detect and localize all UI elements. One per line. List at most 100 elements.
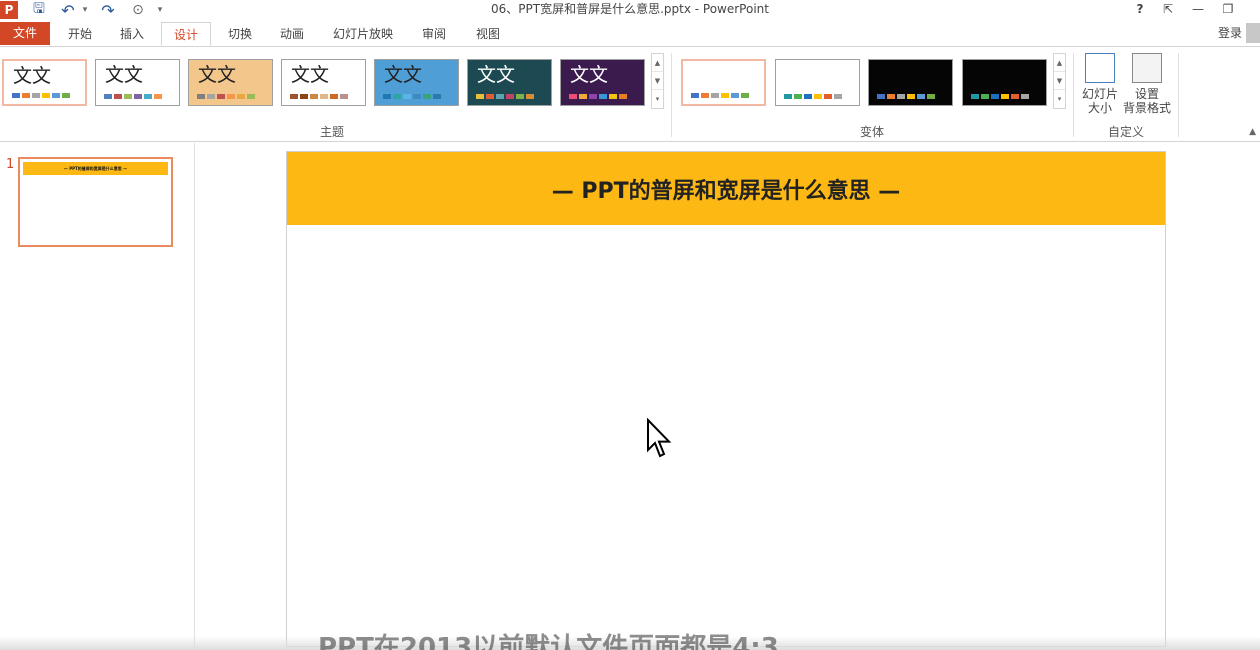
format-background-button[interactable]: 设置 背景格式 bbox=[1122, 53, 1172, 115]
theme-sample-text: 文文 bbox=[13, 65, 52, 87]
color-swatch bbox=[393, 94, 401, 99]
slide-title[interactable]: — PPT的普屏和宽屏是什么意思 — bbox=[552, 173, 901, 205]
color-swatch bbox=[877, 94, 885, 99]
theme-color-swatches bbox=[104, 94, 162, 99]
theme-color-swatches bbox=[12, 93, 70, 98]
mouse-pointer-icon bbox=[647, 418, 672, 458]
color-swatch bbox=[413, 94, 421, 99]
gallery-more-icon[interactable]: ▾ bbox=[1054, 90, 1065, 108]
tab-view[interactable]: 视图 bbox=[466, 22, 510, 46]
tab-file[interactable]: 文件 bbox=[0, 22, 50, 45]
color-swatch bbox=[907, 94, 915, 99]
color-swatch bbox=[52, 93, 60, 98]
user-avatar[interactable] bbox=[1246, 23, 1260, 43]
help-button[interactable]: ? bbox=[1126, 0, 1154, 18]
variant-option-4[interactable] bbox=[962, 59, 1047, 106]
color-swatch bbox=[154, 94, 162, 99]
design-ribbon: 文文 文文 文文 文文 文文 文文 文文 ▲ ▼ ▾ 主题 ▲ ▼ ▾ 变体 幻灯片 大小 … bbox=[0, 46, 1260, 142]
gallery-down-icon[interactable]: ▼ bbox=[652, 72, 663, 90]
slide-thumbnail-title: — PPT的普屏和宽屏是什么意思 — bbox=[23, 162, 168, 175]
gallery-down-icon[interactable]: ▼ bbox=[1054, 72, 1065, 90]
themes-group-label: 主题 bbox=[319, 125, 344, 139]
color-swatch bbox=[721, 93, 729, 98]
theme-option-2[interactable]: 文文 bbox=[95, 59, 180, 106]
slide-canvas[interactable]: — PPT的普屏和宽屏是什么意思 — bbox=[286, 151, 1166, 647]
tab-slide-show[interactable]: 幻灯片放映 bbox=[326, 22, 400, 46]
tab-review[interactable]: 审阅 bbox=[412, 22, 456, 46]
color-swatch bbox=[731, 93, 739, 98]
color-swatch bbox=[32, 93, 40, 98]
ribbon-tabs: 文件 开始 插入 设计 切换 动画 幻灯片放映 审阅 视图 登录 bbox=[0, 20, 1260, 46]
color-swatch bbox=[917, 94, 925, 99]
color-swatch bbox=[383, 94, 391, 99]
slide-editing-pane: — PPT的普屏和宽屏是什么意思 — bbox=[196, 143, 1260, 650]
variant-option-3[interactable] bbox=[868, 59, 953, 106]
color-swatch bbox=[579, 94, 587, 99]
slide-title-banner[interactable]: — PPT的普屏和宽屏是什么意思 — bbox=[287, 152, 1165, 225]
slide-thumbnail-pane: 1 — PPT的普屏和宽屏是什么意思 — bbox=[0, 143, 195, 650]
color-swatch bbox=[144, 94, 152, 99]
color-swatch bbox=[237, 94, 245, 99]
color-swatch bbox=[971, 94, 979, 99]
color-swatch bbox=[589, 94, 597, 99]
tab-transitions[interactable]: 切换 bbox=[218, 22, 262, 46]
color-swatch bbox=[476, 94, 484, 99]
color-swatch bbox=[701, 93, 709, 98]
variant-option-1[interactable] bbox=[681, 59, 766, 106]
theme-option-1[interactable]: 文文 bbox=[2, 59, 87, 106]
color-swatch bbox=[197, 94, 205, 99]
color-swatch bbox=[927, 94, 935, 99]
theme-option-7[interactable]: 文文 bbox=[560, 59, 645, 106]
slide-number: 1 bbox=[6, 157, 15, 172]
themes-gallery-scroll[interactable]: ▲ ▼ ▾ bbox=[651, 53, 664, 109]
color-swatch bbox=[1001, 94, 1009, 99]
color-swatch bbox=[423, 94, 431, 99]
slide-size-label: 幻灯片 大小 bbox=[1081, 87, 1118, 115]
customize-group-label: 自定义 bbox=[1107, 125, 1144, 139]
tab-animations[interactable]: 动画 bbox=[270, 22, 314, 46]
color-swatch bbox=[104, 94, 112, 99]
color-swatch bbox=[124, 94, 132, 99]
theme-option-3[interactable]: 文文 bbox=[188, 59, 273, 106]
theme-sample-text: 文文 bbox=[384, 64, 423, 86]
variant-option-2[interactable] bbox=[775, 59, 860, 106]
color-swatch bbox=[804, 94, 812, 99]
tab-home[interactable]: 开始 bbox=[58, 22, 102, 46]
color-swatch bbox=[496, 94, 504, 99]
theme-color-swatches bbox=[197, 94, 255, 99]
color-swatch bbox=[824, 94, 832, 99]
theme-option-5[interactable]: 文文 bbox=[374, 59, 459, 106]
color-swatch bbox=[506, 94, 514, 99]
slide-thumbnail[interactable]: — PPT的普屏和宽屏是什么意思 — bbox=[18, 157, 173, 247]
tab-insert[interactable]: 插入 bbox=[110, 22, 154, 46]
variants-gallery-scroll[interactable]: ▲ ▼ ▾ bbox=[1053, 53, 1066, 109]
color-swatch bbox=[619, 94, 627, 99]
color-swatch bbox=[300, 94, 308, 99]
collapse-ribbon-icon[interactable]: ▲ bbox=[1249, 127, 1256, 137]
minimize-button[interactable]: — bbox=[1184, 0, 1212, 18]
theme-sample-text: 文文 bbox=[477, 64, 516, 86]
color-swatch bbox=[609, 94, 617, 99]
color-swatch bbox=[784, 94, 792, 99]
color-swatch bbox=[134, 94, 142, 99]
variants-group-label: 变体 bbox=[859, 125, 884, 139]
ribbon-display-options-button[interactable]: ⇱ bbox=[1154, 0, 1182, 18]
gallery-more-icon[interactable]: ▾ bbox=[652, 90, 663, 108]
tab-design[interactable]: 设计 bbox=[161, 22, 211, 46]
color-swatch bbox=[569, 94, 577, 99]
video-subtitle: PPT在2013以前默认文件页面都是4:3 bbox=[318, 633, 779, 650]
gallery-up-icon[interactable]: ▲ bbox=[652, 54, 663, 72]
theme-color-swatches bbox=[476, 94, 534, 99]
color-swatch bbox=[691, 93, 699, 98]
sign-in-link[interactable]: 登录 bbox=[1218, 24, 1242, 41]
gallery-up-icon[interactable]: ▲ bbox=[1054, 54, 1065, 72]
theme-sample-text: 文文 bbox=[198, 64, 237, 86]
restore-button[interactable]: ❐ bbox=[1214, 0, 1242, 18]
theme-option-4[interactable]: 文文 bbox=[281, 59, 366, 106]
variant-color-swatches bbox=[784, 94, 842, 99]
theme-option-6[interactable]: 文文 bbox=[467, 59, 552, 106]
slide-size-button[interactable]: 幻灯片 大小 bbox=[1078, 53, 1122, 115]
color-swatch bbox=[114, 94, 122, 99]
theme-sample-text: 文文 bbox=[105, 64, 144, 86]
variant-color-swatches bbox=[877, 94, 935, 99]
